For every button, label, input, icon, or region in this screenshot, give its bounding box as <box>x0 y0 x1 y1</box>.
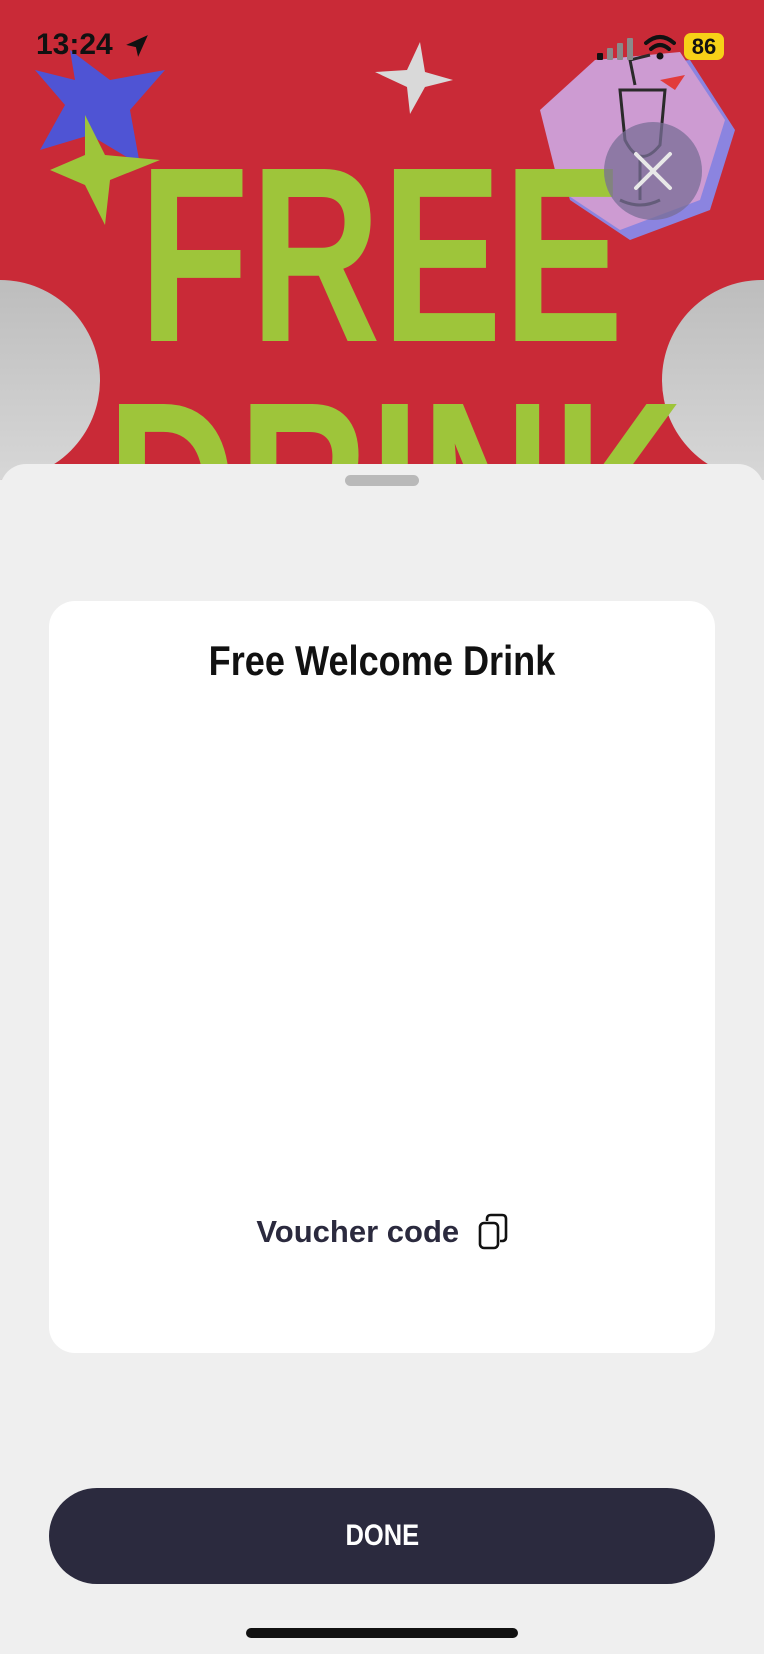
hero-text-free: FREE <box>139 115 625 394</box>
voucher-code-row[interactable]: Voucher code <box>49 1213 715 1251</box>
hero-left-circle <box>0 280 100 480</box>
voucher-code-label: Voucher code <box>256 1214 460 1249</box>
voucher-title: Free Welcome Drink <box>208 637 556 684</box>
close-icon <box>634 152 672 190</box>
wifi-icon <box>644 35 676 60</box>
location-arrow-icon <box>126 35 148 57</box>
done-button[interactable]: DONE <box>49 1488 715 1584</box>
done-button-label: DONE <box>345 1519 419 1552</box>
home-indicator <box>246 1628 518 1638</box>
bottom-sheet: Free Welcome Drink Voucher code DONE <box>0 464 764 1654</box>
cellular-signal-icon <box>597 38 633 60</box>
status-time: 13:24 <box>36 28 113 61</box>
close-button[interactable] <box>604 122 702 220</box>
sheet-grabber[interactable] <box>345 475 419 486</box>
voucher-card: Free Welcome Drink Voucher code <box>49 601 715 1353</box>
status-bar: 13:24 86 <box>0 0 764 92</box>
copy-icon[interactable] <box>478 1213 508 1251</box>
battery-icon: 86 <box>684 33 724 60</box>
